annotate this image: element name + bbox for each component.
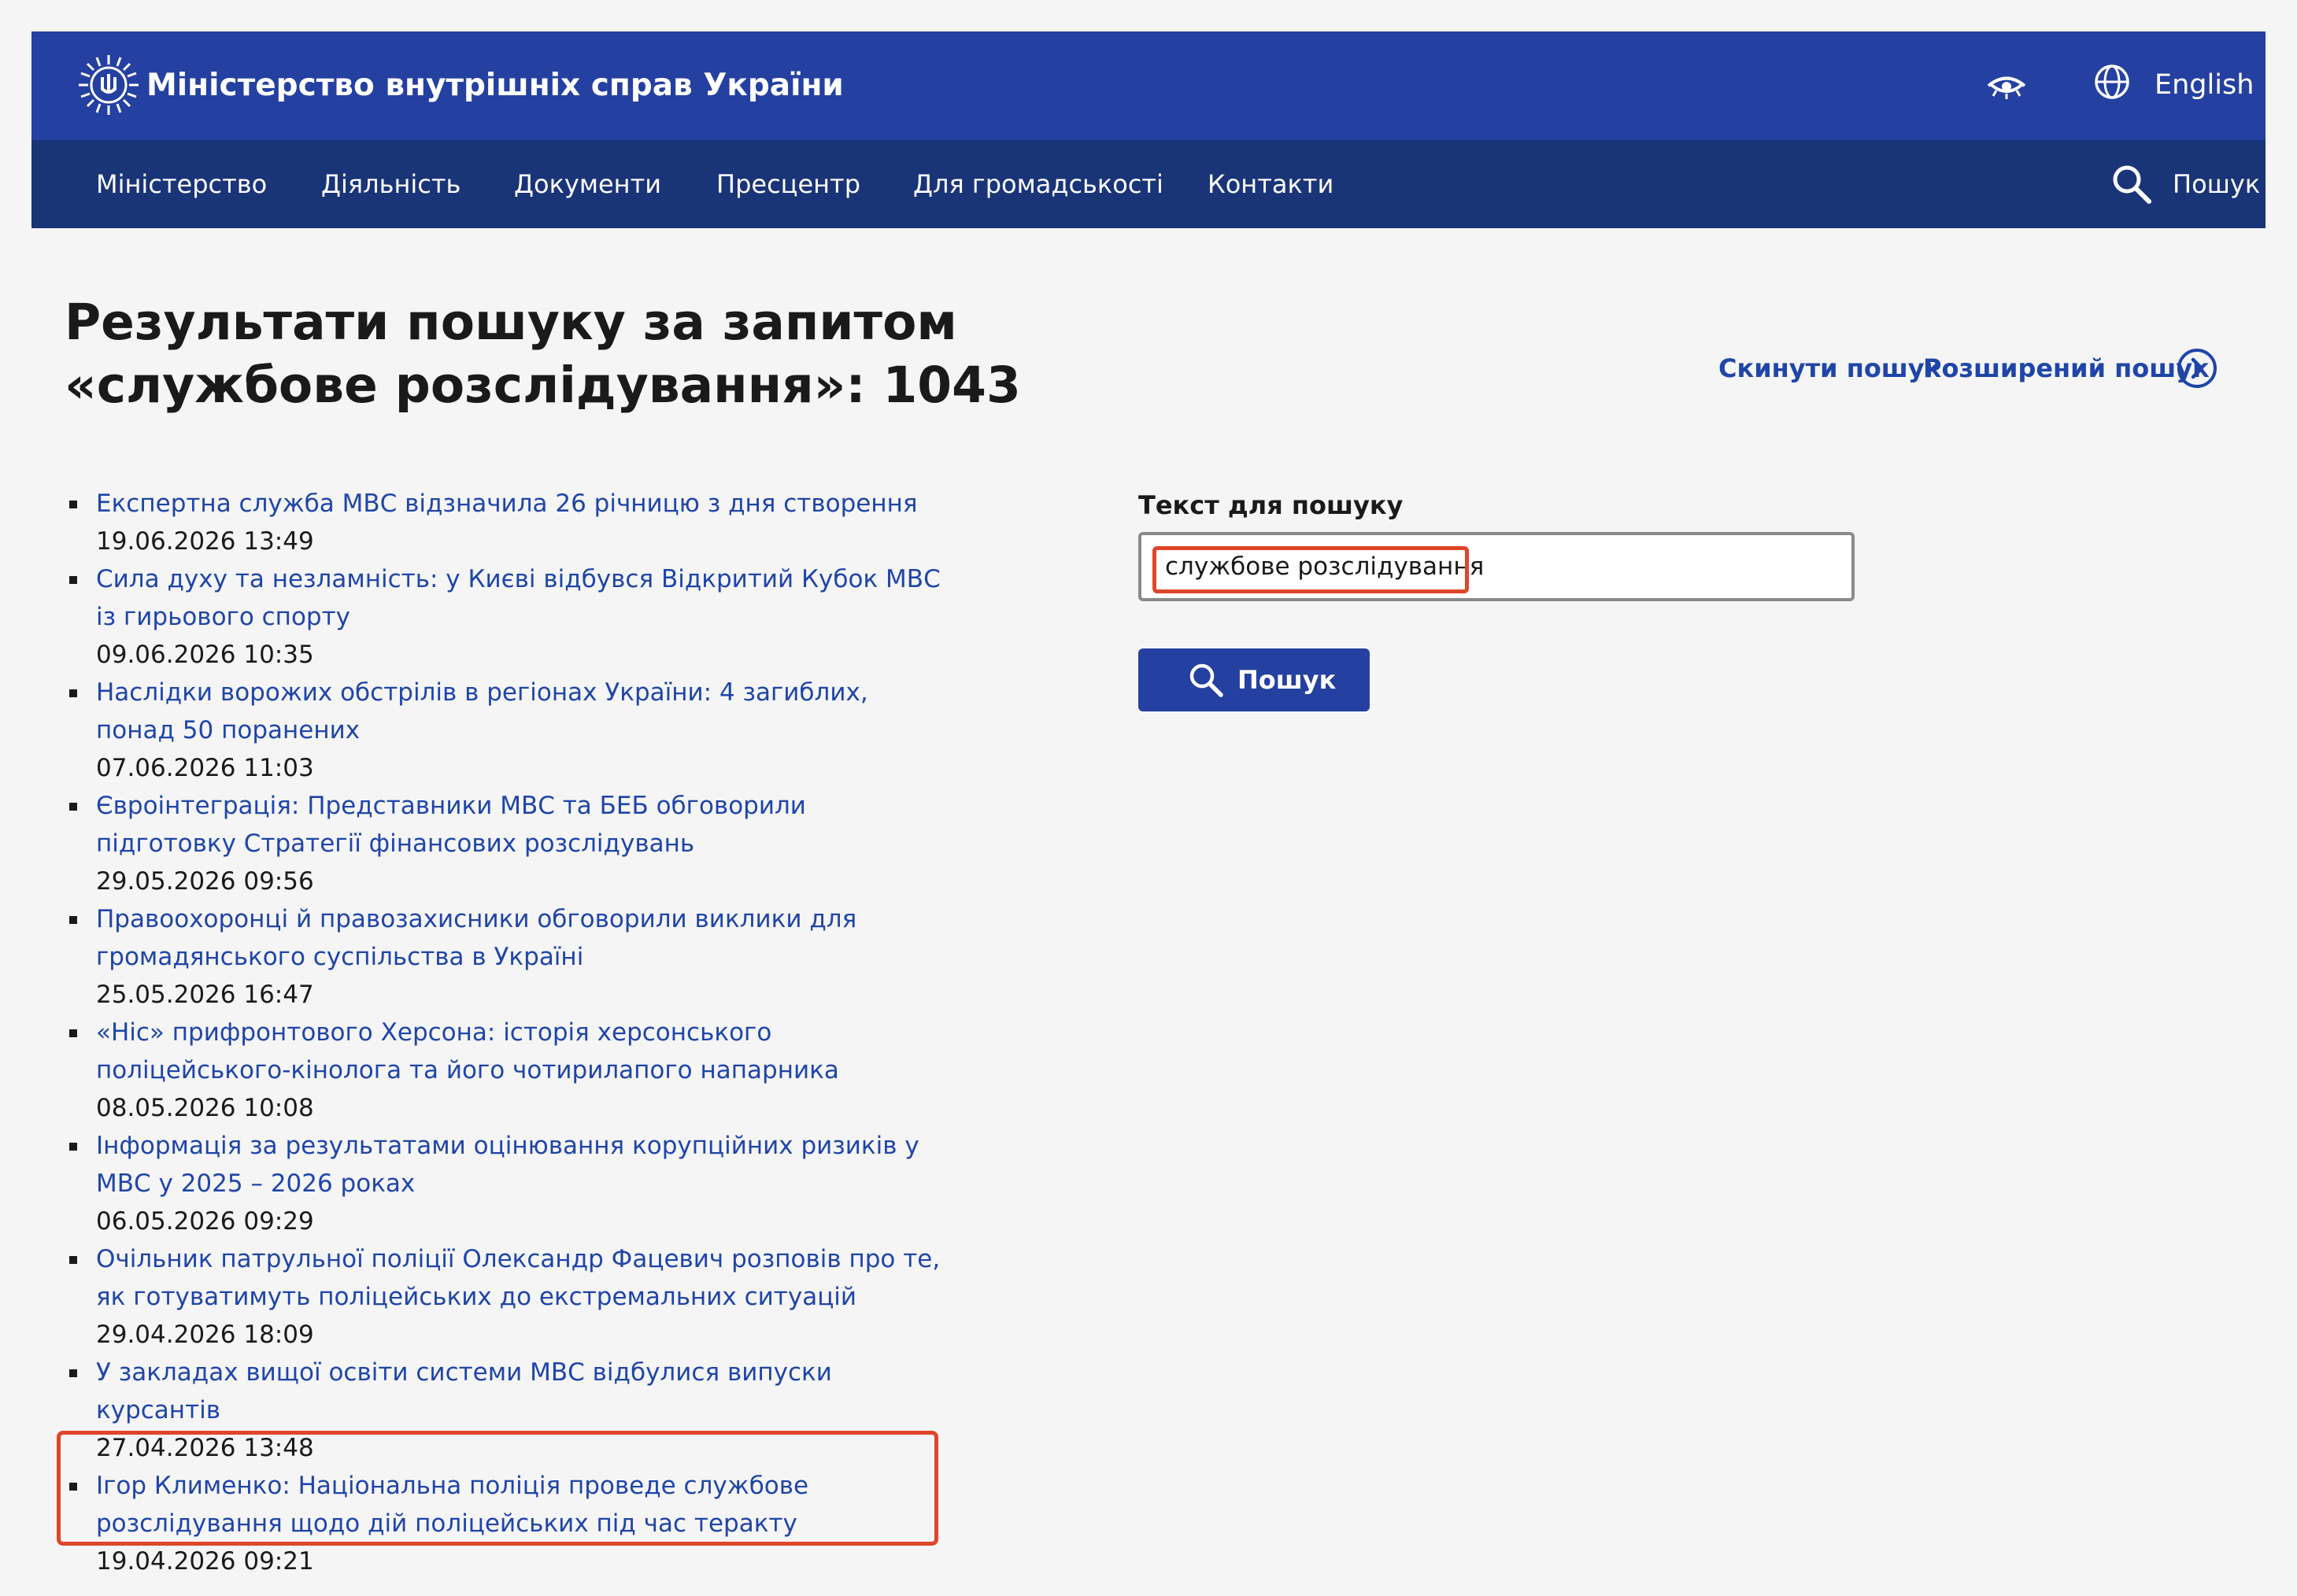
bullet: [69, 1256, 77, 1264]
nav-item-press-center[interactable]: Пресцентр: [716, 140, 860, 228]
result-date: 09.06.2026 10:35: [96, 641, 314, 669]
result-title-link[interactable]: Експертна служба МВС відзначила 26 річни…: [96, 485, 946, 523]
result-date: 19.06.2026 13:49: [96, 527, 314, 556]
result-title-link[interactable]: Сила духу та незламність: у Києві відбув…: [96, 560, 946, 636]
advanced-search-link[interactable]: Розширений пошук: [1923, 346, 2210, 390]
bullet: [69, 1369, 77, 1377]
result-date: 25.05.2026 16:47: [96, 981, 314, 1009]
result-title-link[interactable]: У закладах вищої освіти системи МВС відб…: [96, 1354, 946, 1429]
site-header: Міністерство внутрішніх справ України En…: [31, 31, 2266, 140]
eye-icon[interactable]: [1985, 65, 2028, 107]
search-icon[interactable]: [2110, 162, 2154, 206]
bullet: [69, 501, 77, 508]
bullet: [69, 689, 77, 697]
search-button-label: Пошук: [1237, 665, 1337, 695]
list-item: Наслідки ворожих обстрілів в регіонах Ук…: [65, 674, 946, 787]
list-item: Інформація за результатами оцінювання ко…: [65, 1127, 946, 1240]
ministry-emblem-icon[interactable]: [77, 54, 140, 116]
bullet: [69, 916, 77, 924]
list-item: Правоохоронці й правозахисники обговорил…: [65, 900, 946, 1014]
result-title-link[interactable]: Євроінтеграція: Представники МВС та БЕБ …: [96, 787, 946, 863]
main-nav: Міністерство Діяльність Документи Пресце…: [31, 140, 2266, 228]
nav-search-link[interactable]: Пошук: [2173, 140, 2260, 228]
result-date: 06.05.2026 09:29: [96, 1207, 314, 1236]
search-text-label: Текст для пошуку: [1138, 490, 1404, 520]
list-item: Євроінтеграція: Представники МВС та БЕБ …: [65, 787, 946, 900]
search-button[interactable]: Пошук: [1138, 648, 1370, 711]
result-date: 08.05.2026 10:08: [96, 1094, 314, 1122]
result-date: 29.05.2026 09:56: [96, 867, 314, 896]
search-results-list: Експертна служба МВС відзначила 26 річни…: [65, 485, 946, 1580]
result-date: 07.06.2026 11:03: [96, 754, 314, 782]
page: Міністерство внутрішніх справ України En…: [0, 0, 2297, 1596]
nav-item-activity[interactable]: Діяльність: [321, 140, 461, 228]
nav-item-ministry[interactable]: Міністерство: [96, 140, 267, 228]
chevron-right-circle-icon[interactable]: [2175, 346, 2219, 390]
result-title-link[interactable]: «Ніс» прифронтового Херсона: історія хер…: [96, 1014, 946, 1089]
result-date: 29.04.2026 18:09: [96, 1321, 314, 1349]
list-item: Очільник патрульної поліції Олександр Фа…: [65, 1240, 946, 1354]
nav-item-documents[interactable]: Документи: [514, 140, 661, 228]
search-icon: [1189, 663, 1223, 697]
result-title-link[interactable]: Очільник патрульної поліції Олександр Фа…: [96, 1240, 946, 1316]
result-title-link[interactable]: Інформація за результатами оцінювання ко…: [96, 1127, 946, 1203]
nav-item-public[interactable]: Для громадськості: [913, 140, 1163, 228]
list-item: Сила духу та незламність: у Києві відбув…: [65, 560, 946, 674]
list-item: «Ніс» прифронтового Херсона: історія хер…: [65, 1014, 946, 1127]
nav-item-contacts[interactable]: Контакти: [1208, 140, 1333, 228]
result-title-link[interactable]: Наслідки ворожих обстрілів в регіонах Ук…: [96, 674, 946, 749]
reset-search-link[interactable]: Скинути пошук: [1718, 346, 1941, 390]
input-highlight-box: [1152, 546, 1469, 593]
page-title: Результати пошуку за запитом «службове р…: [65, 294, 1021, 414]
bullet: [69, 1143, 77, 1151]
bullet: [69, 1029, 77, 1037]
list-item: Експертна служба МВС відзначила 26 річни…: [65, 485, 946, 560]
bullet: [69, 803, 77, 811]
result-highlight-box: [57, 1431, 938, 1546]
language-link[interactable]: English: [2155, 63, 2254, 107]
result-date: 19.04.2026 09:21: [96, 1547, 314, 1576]
bullet: [69, 576, 77, 584]
globe-icon[interactable]: [2093, 63, 2131, 101]
result-title-link[interactable]: Правоохоронці й правозахисники обговорил…: [96, 900, 946, 976]
site-title[interactable]: Міністерство внутрішніх справ України: [146, 63, 844, 109]
